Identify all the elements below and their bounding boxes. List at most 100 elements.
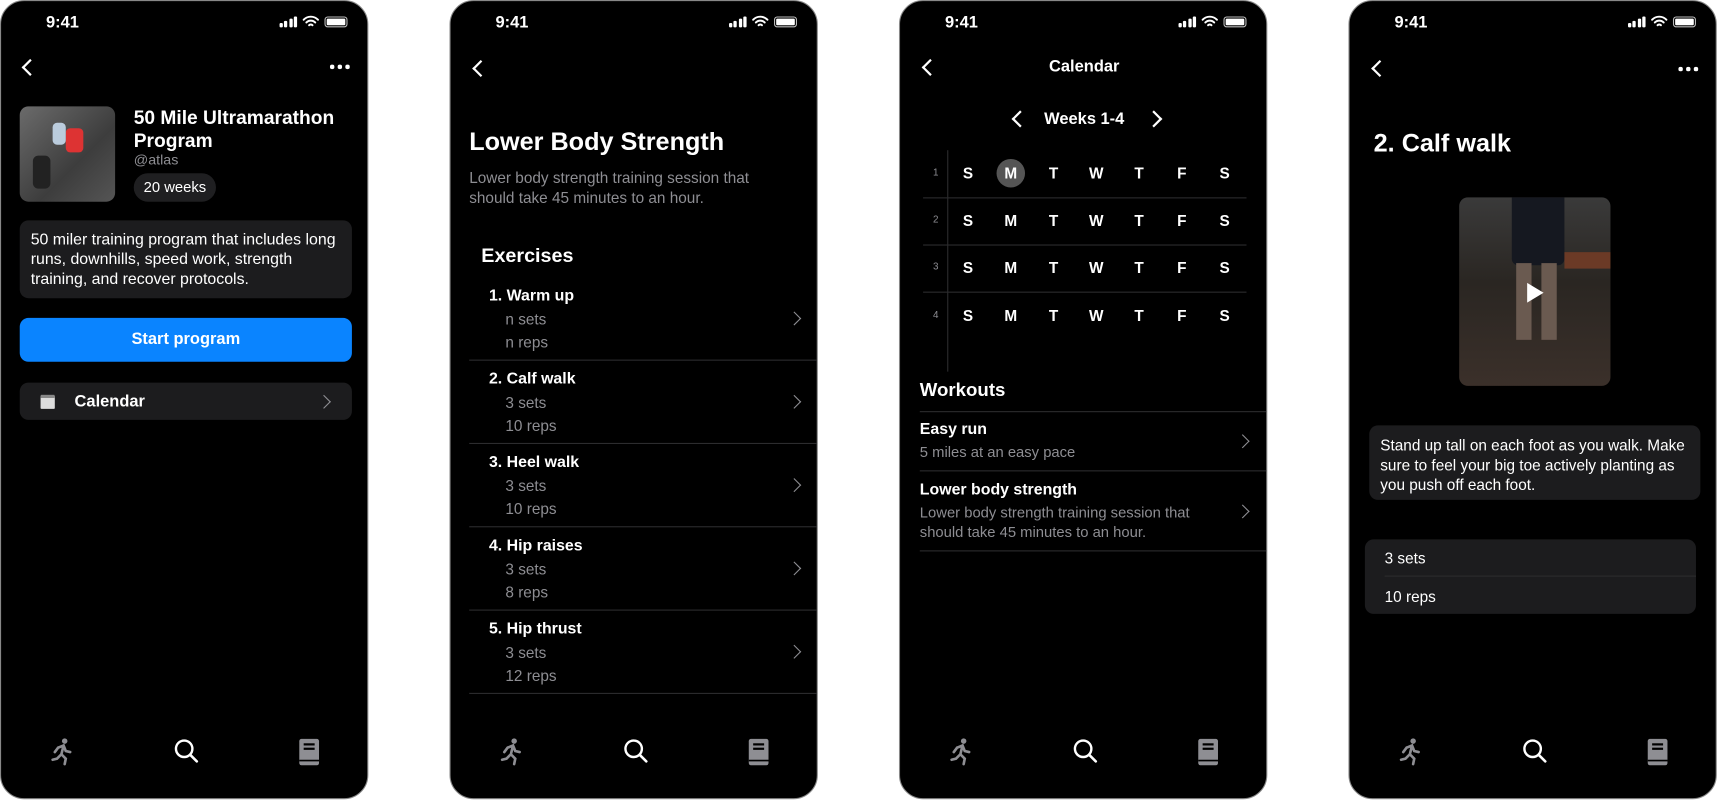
back-button[interactable] (1371, 59, 1389, 78)
status-icons (1627, 15, 1696, 27)
calendar-day[interactable]: F (1168, 253, 1197, 282)
wifi-icon (1651, 15, 1668, 27)
book-icon[interactable] (298, 738, 320, 772)
tab-bar (900, 738, 1266, 769)
section-heading: Workouts (919, 379, 1006, 401)
battery-icon (773, 15, 798, 27)
calendar-day[interactable]: S (954, 253, 983, 282)
calendar-day[interactable]: W (1082, 206, 1111, 235)
search-icon[interactable] (1072, 738, 1098, 770)
calendar-day-selected[interactable]: M (996, 158, 1026, 188)
exercise-name: 4. Hip raises (488, 537, 583, 555)
exercise-reps: 8 reps (505, 583, 549, 601)
calendar-day[interactable]: T (1039, 159, 1068, 188)
section-heading: Exercises (481, 244, 574, 267)
workout-item[interactable]: Easy run 5 miles at an easy pace (919, 412, 1266, 470)
running-icon[interactable] (500, 738, 524, 772)
book-icon[interactable] (1197, 738, 1219, 772)
more-options-icon[interactable] (329, 64, 350, 69)
exercise-name: 1. Warm up (488, 287, 575, 305)
signal-icon (279, 15, 298, 27)
back-button[interactable] (472, 59, 490, 78)
play-icon[interactable] (1527, 282, 1544, 303)
search-icon[interactable] (173, 738, 199, 770)
calendar-day[interactable]: T (1125, 159, 1154, 188)
running-icon[interactable] (1399, 738, 1423, 772)
calendar-day[interactable]: M (997, 206, 1026, 235)
program-thumbnail (19, 106, 116, 202)
exercise-item[interactable]: 4. Hip raises 3 sets 8 reps (469, 527, 817, 611)
exercise-sets: n sets (505, 310, 547, 328)
book-icon[interactable] (1647, 738, 1669, 772)
chevron-right-icon (787, 394, 802, 409)
week-number: 3 (932, 260, 939, 272)
exercise-reps: 12 reps (505, 666, 557, 685)
exercise-video[interactable] (1459, 197, 1611, 386)
chevron-right-icon (787, 644, 802, 659)
program-screen: 9:41 50 Mile Ultramarathon Program @atla… (0, 0, 369, 800)
running-icon[interactable] (949, 738, 973, 772)
workout-desc: 5 miles at an easy pace (919, 444, 1076, 461)
chevron-right-icon (1235, 434, 1250, 449)
exercise-instructions: Stand up tall on each foot as you walk. … (1369, 425, 1701, 500)
calendar-grid: 1SMTWTFS2SMTWTFS3SMTWTFS4SMTWTFS (900, 1, 1266, 374)
calendar-day[interactable]: S (1210, 159, 1239, 188)
search-icon[interactable] (623, 738, 649, 770)
calendar-day[interactable]: M (997, 253, 1026, 282)
sets-value: 3 sets (1384, 549, 1426, 567)
calendar-row[interactable]: Calendar (19, 382, 352, 420)
workout-item[interactable]: Lower body strength Lower body strength … (919, 471, 1266, 550)
divider (1384, 575, 1696, 577)
calendar-day[interactable]: W (1082, 301, 1111, 330)
chevron-right-icon (787, 561, 802, 576)
calendar-day[interactable]: T (1039, 301, 1068, 330)
chevron-right-icon (787, 478, 802, 493)
wifi-icon (752, 15, 769, 27)
calendar-day[interactable]: F (1168, 206, 1197, 235)
start-program-button[interactable]: Start program (19, 317, 352, 362)
tab-bar (1, 738, 367, 769)
calendar-day[interactable]: M (997, 301, 1026, 330)
grid-divider (947, 150, 949, 372)
battery-icon (324, 15, 348, 27)
calendar-day[interactable]: S (1210, 206, 1239, 235)
calendar-day[interactable]: T (1125, 206, 1154, 235)
calendar-day[interactable]: W (1082, 253, 1111, 282)
workout-screen: 9:41 Lower Body Strength Lower body stre… (449, 0, 818, 800)
calendar-day[interactable]: T (1039, 253, 1068, 282)
book-icon[interactable] (748, 738, 770, 772)
calendar-day[interactable]: S (954, 301, 983, 330)
exercise-item[interactable]: 1. Warm up n sets n reps (469, 277, 817, 361)
program-title: 50 Mile Ultramarathon Program (133, 106, 335, 152)
calendar-day[interactable]: T (1125, 253, 1154, 282)
more-options-icon[interactable] (1678, 66, 1698, 71)
workout-desc: Lower body strength training session tha… (919, 504, 1190, 541)
calendar-day[interactable]: W (1082, 159, 1111, 188)
calendar-day[interactable]: S (1210, 253, 1239, 282)
signal-icon (1627, 15, 1646, 27)
calendar-day[interactable]: F (1168, 159, 1197, 188)
exercise-reps: 10 reps (505, 416, 557, 435)
calendar-day[interactable]: F (1168, 301, 1197, 330)
week-number: 2 (932, 213, 939, 225)
tab-bar (1350, 738, 1716, 769)
running-icon[interactable] (50, 738, 74, 772)
signal-icon (728, 15, 747, 27)
calendar-screen: 9:41 Calendar Weeks 1-4 1SMTWTFS2SMTWTFS… (898, 0, 1268, 800)
exercise-item[interactable]: 3. Heel walk 3 sets 10 reps (469, 444, 817, 528)
sets-reps-card: 3 sets 10 reps (1364, 539, 1696, 614)
exercise-sets: 3 sets (505, 560, 547, 578)
search-icon[interactable] (1522, 738, 1548, 770)
calendar-day[interactable]: T (1125, 301, 1154, 330)
program-description: 50 miler training program that includes … (19, 220, 352, 299)
chevron-right-icon (787, 311, 802, 326)
exercise-item[interactable]: 5. Hip thrust 3 sets 12 reps (469, 611, 817, 694)
calendar-day[interactable]: S (1210, 301, 1239, 330)
status-time: 9:41 (495, 13, 529, 32)
calendar-day[interactable]: T (1039, 206, 1068, 235)
status-time: 9:41 (46, 13, 79, 32)
exercise-item[interactable]: 2. Calf walk 3 sets 10 reps (469, 361, 817, 445)
back-button[interactable] (21, 58, 39, 76)
calendar-day[interactable]: S (954, 206, 983, 235)
calendar-day[interactable]: S (954, 159, 983, 188)
